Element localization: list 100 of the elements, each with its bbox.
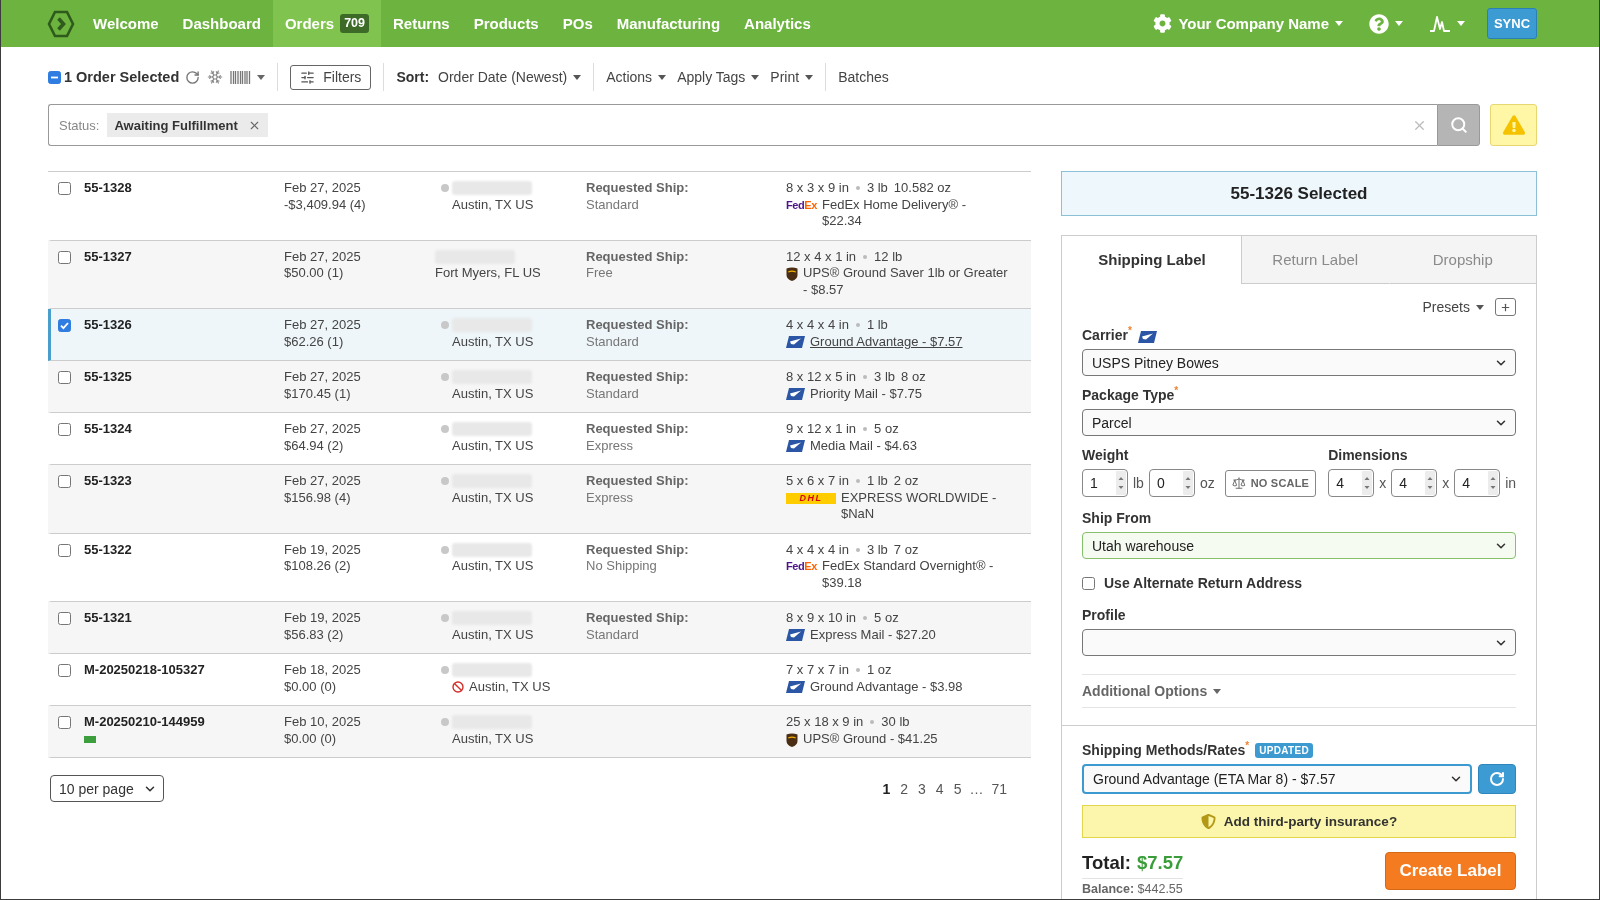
stepper-icon[interactable] <box>1182 471 1193 495</box>
order-row[interactable]: 55-1326 Feb 27, 2025 $62.26 (1) Austin, TX US Requested Ship: Standard 4 x 4 x 4 in 1 lb Ground Advantage - $7.57 <box>48 309 1031 361</box>
order-number[interactable]: 55-1328 <box>84 180 132 197</box>
app-logo[interactable] <box>47 9 75 38</box>
toolbar-menu[interactable]: Print <box>770 69 814 85</box>
refresh-icon[interactable] <box>185 69 201 85</box>
order-number[interactable]: 55-1327 <box>84 248 132 265</box>
page-link[interactable]: 5 <box>948 780 967 797</box>
no-scale-button[interactable]: NO SCALE <box>1224 469 1317 497</box>
caret-icon <box>658 74 667 80</box>
page-link[interactable]: 2 <box>895 780 914 797</box>
toolbar-menu[interactable]: Actions <box>606 69 667 85</box>
order-number[interactable]: 55-1324 <box>84 421 132 438</box>
number-field[interactable]: 4 <box>1328 469 1375 497</box>
row-checkbox[interactable] <box>58 182 71 195</box>
row-checkbox[interactable] <box>58 371 71 384</box>
order-row[interactable]: 55-1325 Feb 27, 2025 $170.45 (1) Austin, TX US Requested Ship: Standard 8 x 12 x 5 in 3 lb 8 oz Priority Mail - $7.75 <box>48 361 1031 413</box>
row-checkbox[interactable] <box>58 250 71 264</box>
sliders-icon <box>300 69 316 85</box>
barcode-menu[interactable] <box>230 70 266 84</box>
refresh-rates-button[interactable] <box>1478 764 1516 794</box>
toolbar-menu[interactable]: Apply Tags <box>677 69 760 85</box>
requested-ship-value: Express <box>586 437 633 454</box>
page-link[interactable]: 71 <box>986 780 1012 797</box>
page-link[interactable]: 1 <box>877 780 896 797</box>
additional-options-toggle[interactable]: Additional Options <box>1082 683 1222 699</box>
order-number[interactable]: 55-1322 <box>84 541 132 558</box>
number-field[interactable]: 1 <box>1082 469 1128 497</box>
order-number[interactable]: 55-1321 <box>84 610 132 627</box>
stepper-icon[interactable] <box>1116 471 1126 495</box>
search-field[interactable]: Status: Awaiting Fulfillment <box>48 104 1437 146</box>
ship-from-select[interactable]: Utah warehouse <box>1082 532 1516 559</box>
carrier-select[interactable]: USPS Pitney Bowes <box>1082 349 1516 376</box>
order-total: $0.00 (0) <box>284 678 337 695</box>
order-total: $56.83 (2) <box>284 626 344 643</box>
customer-location: Austin, TX US <box>469 678 551 695</box>
stepper-icon[interactable] <box>1362 471 1373 495</box>
number-field[interactable]: 0 <box>1148 469 1195 497</box>
order-number[interactable]: M-20250218-105327 <box>84 662 205 679</box>
insurance-button[interactable]: Add third-party insurance? <box>1082 805 1516 838</box>
row-checkbox[interactable] <box>58 423 71 436</box>
help-menu[interactable] <box>1369 13 1403 34</box>
package-dimensions: 25 x 18 x 9 in <box>786 714 864 731</box>
row-checkbox[interactable] <box>58 664 71 677</box>
number-field[interactable]: 4 <box>1454 469 1501 497</box>
per-page-select[interactable]: 10 per page <box>50 775 164 802</box>
order-number[interactable]: 55-1325 <box>84 369 132 386</box>
nav-tab[interactable]: Orders 709 <box>272 0 381 47</box>
snowflake-icon[interactable] <box>207 69 224 85</box>
add-preset-button[interactable] <box>1495 298 1516 316</box>
caret-icon <box>805 74 814 80</box>
order-total: $170.45 (1) <box>284 385 351 402</box>
package-dimensions: 8 x 9 x 10 in <box>786 610 857 627</box>
activity-menu[interactable] <box>1429 14 1465 33</box>
stepper-icon[interactable] <box>1425 471 1436 495</box>
order-number[interactable]: M-20250210-144959 <box>84 714 205 731</box>
carrier-logo: FedEx <box>786 197 817 213</box>
total-amount: $7.57 <box>1137 852 1184 874</box>
order-row[interactable]: M-20250210-144959 Feb 10, 2025 $0.00 (0) Austin, TX US 25 x 18 x 9 in 30 lb UPS® Ground - $41.25 <box>48 706 1031 758</box>
shipping-service: Priority Mail - $7.75 <box>810 385 922 402</box>
select-all-checkbox[interactable] <box>48 70 61 84</box>
filters-button[interactable]: Filters <box>290 64 372 90</box>
row-checkbox[interactable] <box>58 716 71 729</box>
unit-label: x <box>1379 475 1387 491</box>
order-row[interactable]: 55-1323 Feb 27, 2025 $156.98 (4) Austin, TX US Requested Ship: Express 5 x 6 x 7 in 1 lb 2 oz DHL EXPRESS WORLDWIDE - $NaN <box>48 465 1031 534</box>
carrier-logo-icon <box>786 267 798 281</box>
order-row[interactable]: 55-1321 Feb 19, 2025 $56.83 (2) Austin, TX US Requested Ship: Standard 8 x 9 x 10 in 5 oz Express Mail - $27.20 <box>48 602 1031 654</box>
selection-count: 1 Order Selected <box>64 69 180 85</box>
profile-select[interactable] <box>1082 629 1516 656</box>
page-link[interactable]: 4 <box>930 780 949 797</box>
order-number[interactable]: 55-1323 <box>84 473 132 490</box>
order-row[interactable]: 55-1327 Feb 27, 2025 $50.00 (1) Fort Myers, FL US Requested Ship: Free 12 x 4 x 1 in 12 lb UPS® Ground Saver 1lb or Greater - $8.57 <box>48 240 1031 309</box>
filter-chip[interactable]: Awaiting Fulfillment <box>107 113 268 137</box>
row-checkbox[interactable] <box>58 475 71 488</box>
warning-icon <box>1502 114 1525 136</box>
order-number[interactable]: 55-1326 <box>84 317 132 334</box>
number-field[interactable]: 4 <box>1391 469 1438 497</box>
shipping-service[interactable]: Ground Advantage - $7.57 <box>810 333 963 350</box>
batches-link[interactable]: Batches <box>838 69 889 85</box>
package-type-select[interactable]: Parcel <box>1082 409 1516 436</box>
package-weight: 12 lb <box>874 248 903 265</box>
requested-ship-label: Requested Ship: <box>586 248 689 265</box>
presets-menu[interactable]: Presets <box>1422 299 1484 315</box>
requested-ship-value: Express <box>586 489 633 506</box>
row-checkbox[interactable] <box>58 612 71 625</box>
search-button[interactable] <box>1437 104 1480 146</box>
field-label: Ship From <box>1082 510 1152 527</box>
alternate-return-checkbox[interactable] <box>1082 576 1095 590</box>
order-total: $0.00 (0) <box>284 730 337 747</box>
field-label: Dimensions <box>1328 447 1408 464</box>
account-balance: Balance: $442.55 <box>1082 878 1183 896</box>
row-checkbox[interactable] <box>58 543 71 557</box>
requested-ship-value: Standard <box>586 196 639 213</box>
requested-ship-label: Requested Ship: <box>586 369 689 386</box>
rate-select[interactable]: Ground Advantage (ETA Mar 8) - $7.57 <box>1082 764 1472 794</box>
sort-dropdown[interactable]: Order Date (Newest) <box>438 69 582 85</box>
page-link[interactable]: 3 <box>913 780 931 797</box>
row-checkbox[interactable] <box>58 319 71 332</box>
stepper-icon[interactable] <box>1488 471 1499 495</box>
carrier-logo-icon <box>786 732 798 747</box>
